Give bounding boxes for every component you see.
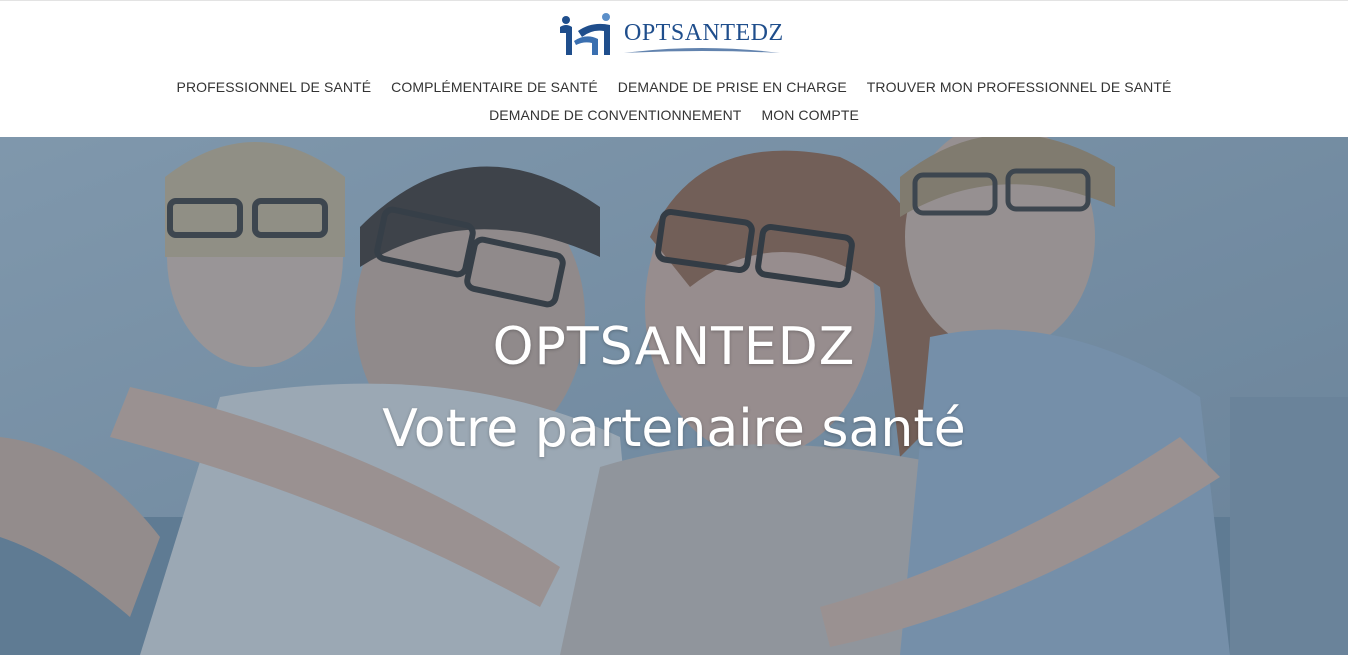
nav-row-1: PROFESSIONNEL DE SANTÉ COMPLÉMENTAIRE DE… <box>0 73 1348 101</box>
nav-item-mon-compte[interactable]: MON COMPTE <box>761 107 858 123</box>
nav-item-demande-conventionnement[interactable]: DEMANDE DE CONVENTIONNEMENT <box>489 107 741 123</box>
hero-subtitle: Votre partenaire santé <box>382 399 966 459</box>
brand-name: OPTSANTEDZ <box>624 19 784 46</box>
hero-banner: OPTSANTEDZ Votre partenaire santé <box>0 137 1348 655</box>
nav-item-complementaire-de-sante[interactable]: COMPLÉMENTAIRE DE SANTÉ <box>391 79 598 95</box>
hero-overlay <box>0 137 1348 655</box>
nav-row-2: DEMANDE DE CONVENTIONNEMENT MON COMPTE <box>0 101 1348 129</box>
family-logo-icon <box>560 13 610 55</box>
nav-item-trouver-professionnel[interactable]: TROUVER MON PROFESSIONNEL DE SANTÉ <box>867 79 1172 95</box>
logo-swoosh-icon <box>624 48 780 53</box>
site-logo[interactable]: OPTSANTEDZ <box>556 11 786 59</box>
site-header: OPTSANTEDZ PROFESSIONNEL DE SANTÉ COMPLÉ… <box>0 1 1348 137</box>
nav-item-professionnel-de-sante[interactable]: PROFESSIONNEL DE SANTÉ <box>177 79 372 95</box>
hero-title: OPTSANTEDZ <box>492 317 856 377</box>
nav-item-demande-prise-en-charge[interactable]: DEMANDE DE PRISE EN CHARGE <box>618 79 847 95</box>
main-nav: PROFESSIONNEL DE SANTÉ COMPLÉMENTAIRE DE… <box>0 73 1348 129</box>
